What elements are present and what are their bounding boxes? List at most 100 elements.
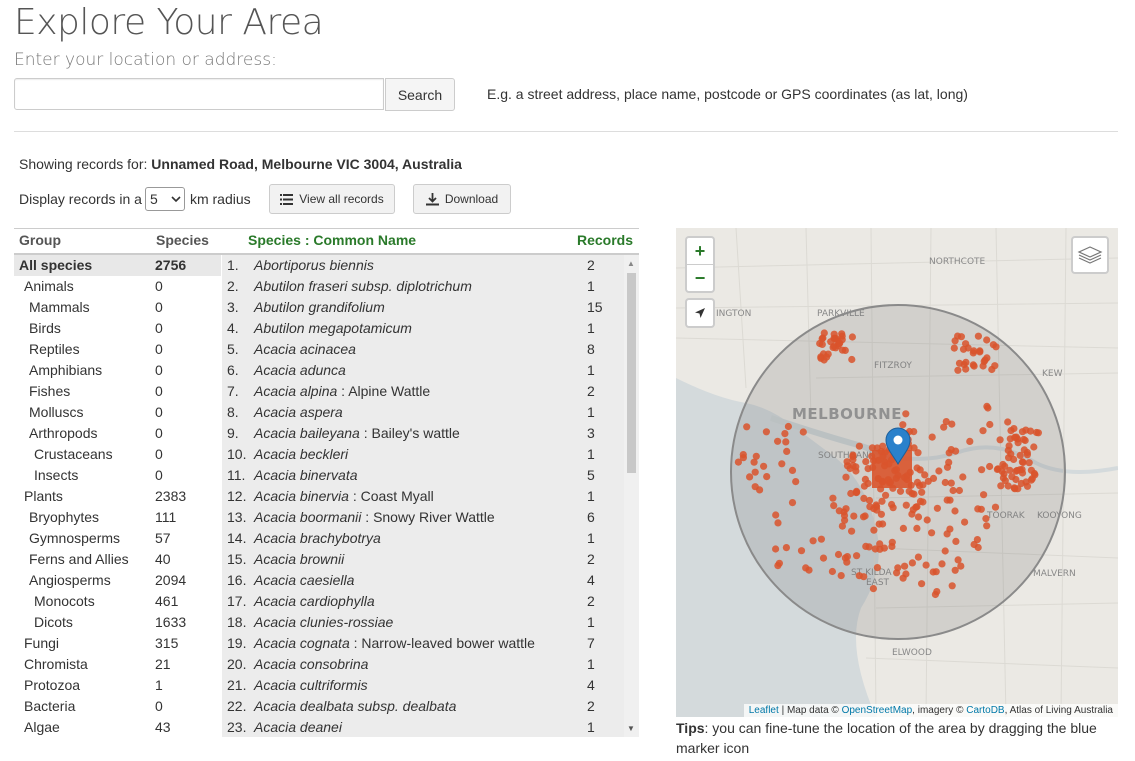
- group-row[interactable]: Chromista 21: [14, 654, 221, 675]
- record-point: [908, 559, 916, 567]
- record-point: [873, 506, 881, 514]
- map-attribution: Leaflet | Map data © OpenStreetMap, imag…: [743, 704, 1118, 717]
- species-row[interactable]: 21. Acacia cultriformis 4: [222, 675, 624, 696]
- species-scientific-name: Acacia cardiophylla: [254, 593, 375, 609]
- leaflet-link[interactable]: Leaflet: [749, 705, 779, 716]
- record-point: [850, 512, 858, 520]
- group-count: 43: [155, 719, 171, 735]
- group-row[interactable]: Ferns and Allies 40: [14, 549, 221, 570]
- species-row[interactable]: 20. Acacia consobrina 1: [222, 654, 624, 675]
- group-row[interactable]: Gymnosperms 57: [14, 528, 221, 549]
- radius-select[interactable]: 5: [144, 187, 185, 211]
- osm-link[interactable]: OpenStreetMap: [842, 705, 913, 716]
- record-point: [959, 345, 968, 353]
- group-row[interactable]: Molluscs 0: [14, 402, 221, 423]
- species-scrollbar[interactable]: ▲ ▼: [624, 255, 639, 737]
- species-row[interactable]: 2. Abutilon fraseri subsp. diplotrichum 1: [222, 276, 624, 297]
- record-point: [982, 515, 990, 523]
- record-point: [950, 344, 958, 352]
- group-row[interactable]: Mammals 0: [14, 297, 221, 318]
- group-row[interactable]: Fishes 0: [14, 381, 221, 402]
- species-row[interactable]: 18. Acacia clunies-rossiae 1: [222, 612, 624, 633]
- group-row[interactable]: Fungi 315: [14, 633, 221, 654]
- locate-button[interactable]: [685, 298, 715, 328]
- record-point: [855, 442, 863, 450]
- cartodb-link[interactable]: CartoDB: [966, 705, 1004, 716]
- record-point: [977, 505, 985, 513]
- species-row[interactable]: 23. Acacia deanei 1: [222, 717, 624, 737]
- species-row[interactable]: 13. Acacia boormanii : Snowy River Wattle…: [222, 507, 624, 528]
- group-row[interactable]: Crustaceans 0: [14, 444, 221, 465]
- layers-button[interactable]: [1071, 236, 1109, 274]
- record-point: [949, 486, 957, 495]
- species-name: Abutilon grandifolium: [254, 297, 385, 318]
- group-row[interactable]: Angiosperms 2094: [14, 570, 221, 591]
- record-point: [991, 362, 999, 370]
- record-point: [1011, 485, 1019, 493]
- name-separator: :: [349, 635, 362, 651]
- species-row[interactable]: 9. Acacia baileyana : Bailey's wattle 3: [222, 423, 624, 444]
- group-row[interactable]: Algae 43: [14, 717, 221, 738]
- species-name: Abutilon fraseri subsp. diplotrichum: [254, 276, 472, 297]
- species-row[interactable]: 19. Acacia cognata : Narrow-leaved bower …: [222, 633, 624, 654]
- scroll-down-icon[interactable]: ▼: [627, 724, 635, 733]
- group-row[interactable]: Monocots 461: [14, 591, 221, 612]
- species-row[interactable]: 17. Acacia cardiophylla 2: [222, 591, 624, 612]
- species-row[interactable]: 5. Acacia acinacea 8: [222, 339, 624, 360]
- group-count: 21: [155, 656, 171, 672]
- group-row[interactable]: Bryophytes 111: [14, 507, 221, 528]
- map-canvas[interactable]: NORTHCOTE PARKVILLE INGTON FITZROY KEW S…: [676, 228, 1118, 717]
- species-row[interactable]: 7. Acacia alpina : Alpine Wattle 2: [222, 381, 624, 402]
- species-row[interactable]: 4. Abutilon megapotamicum 1: [222, 318, 624, 339]
- species-name: Acacia consobrina: [254, 654, 368, 675]
- records-map[interactable]: NORTHCOTE PARKVILLE INGTON FITZROY KEW S…: [676, 228, 1118, 717]
- scrollbar-thumb[interactable]: [627, 273, 636, 473]
- group-row[interactable]: Arthropods 0: [14, 423, 221, 444]
- zoom-in-button[interactable]: +: [687, 238, 713, 265]
- download-button[interactable]: Download: [413, 184, 511, 214]
- species-row[interactable]: 14. Acacia brachybotrya 1: [222, 528, 624, 549]
- scroll-up-icon[interactable]: ▲: [627, 259, 635, 268]
- species-scientific-name: Acacia caesiella: [254, 572, 355, 588]
- species-row[interactable]: 3. Abutilon grandifolium 15: [222, 297, 624, 318]
- group-row[interactable]: Insects 0: [14, 465, 221, 486]
- species-row[interactable]: 1. Abortiporus biennis 2: [222, 255, 624, 276]
- record-point: [829, 494, 837, 502]
- record-point: [954, 556, 962, 564]
- record-point: [835, 507, 843, 515]
- record-point: [932, 568, 940, 576]
- species-row[interactable]: 16. Acacia caesiella 4: [222, 570, 624, 591]
- record-point: [943, 496, 951, 504]
- group-row[interactable]: Animals 0: [14, 276, 221, 297]
- record-point: [778, 460, 786, 468]
- group-row[interactable]: Dicots 1633: [14, 612, 221, 633]
- group-row[interactable]: Amphibians 0: [14, 360, 221, 381]
- species-row[interactable]: 8. Acacia aspera 1: [222, 402, 624, 423]
- species-row[interactable]: 6. Acacia adunca 1: [222, 360, 624, 381]
- zoom-control: + −: [685, 236, 715, 293]
- location-search-input[interactable]: [14, 78, 384, 110]
- record-point: [943, 530, 951, 538]
- view-all-records-button[interactable]: View all records: [269, 184, 395, 214]
- record-point: [848, 527, 856, 535]
- species-row[interactable]: 12. Acacia binervia : Coast Myall 1: [222, 486, 624, 507]
- group-row[interactable]: Birds 0: [14, 318, 221, 339]
- group-row[interactable]: All species 2756: [14, 255, 221, 276]
- group-row[interactable]: Plants 2383: [14, 486, 221, 507]
- record-point: [1004, 418, 1012, 426]
- group-row[interactable]: Protozoa 1: [14, 675, 221, 696]
- species-row[interactable]: 10. Acacia beckleri 1: [222, 444, 624, 465]
- zoom-out-button[interactable]: −: [687, 265, 713, 291]
- species-name: Acacia alpina : Alpine Wattle: [254, 381, 430, 402]
- group-row[interactable]: Bacteria 0: [14, 696, 221, 717]
- species-row[interactable]: 11. Acacia binervata 5: [222, 465, 624, 486]
- group-row[interactable]: Reptiles 0: [14, 339, 221, 360]
- record-point: [945, 458, 953, 466]
- record-point: [763, 473, 771, 481]
- species-row[interactable]: 15. Acacia brownii 2: [222, 549, 624, 570]
- map-label-elwood: ELWOOD: [892, 648, 932, 658]
- search-button[interactable]: Search: [385, 78, 455, 111]
- species-row[interactable]: 22. Acacia dealbata subsp. dealbata 2: [222, 696, 624, 717]
- group-name: Monocots: [34, 593, 95, 609]
- species-name: Acacia cognata : Narrow-leaved bower wat…: [254, 633, 535, 654]
